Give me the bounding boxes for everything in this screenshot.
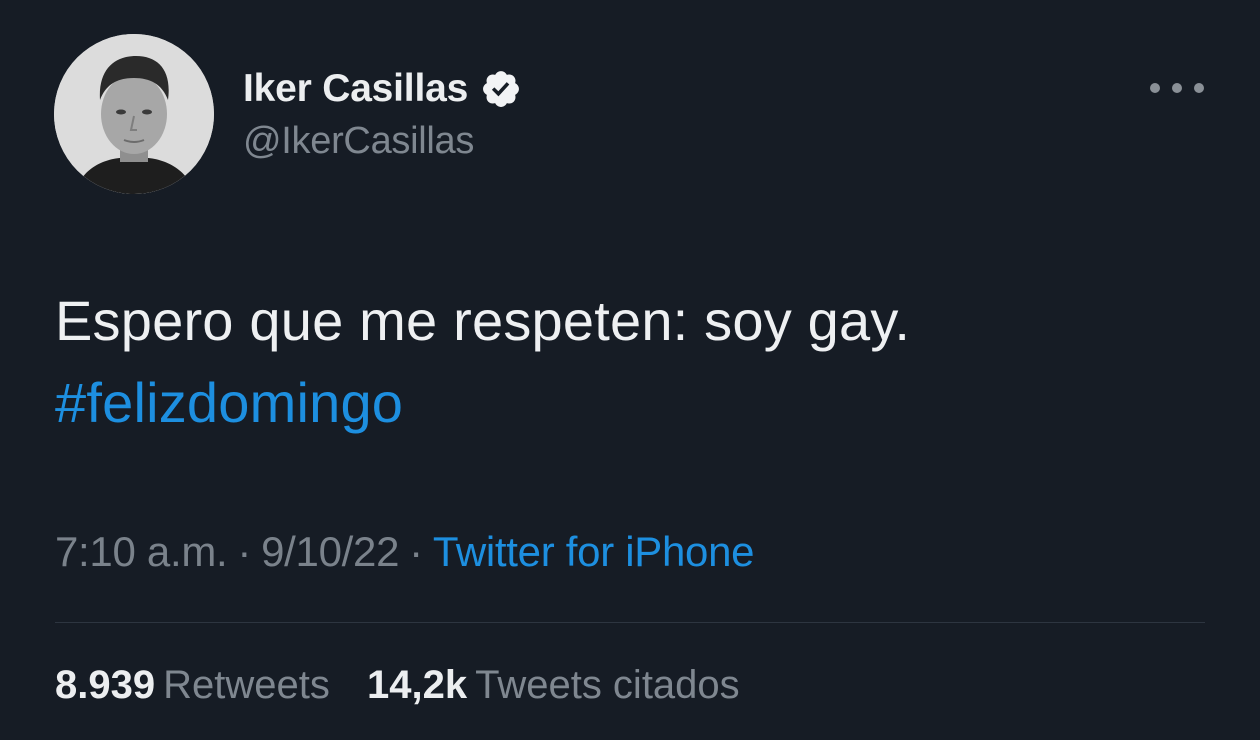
retweets-label: Retweets: [163, 663, 330, 707]
tweet-card: Iker Casillas @IkerCasillas Espero que m…: [0, 0, 1260, 740]
avatar-photo: [54, 34, 214, 194]
more-dot: [1150, 83, 1160, 93]
display-name[interactable]: Iker Casillas: [243, 67, 468, 111]
more-dot: [1194, 83, 1204, 93]
meta-separator: ·: [409, 528, 423, 575]
tweet-text: Espero que me respeten: soy gay. #felizd…: [55, 280, 1195, 444]
divider: [55, 622, 1205, 623]
more-dot: [1172, 83, 1182, 93]
name-row: Iker Casillas: [243, 64, 522, 114]
verified-badge-icon: [480, 68, 522, 110]
quotes-stat[interactable]: 14,2k Tweets citados: [367, 663, 740, 707]
handle[interactable]: @IkerCasillas: [243, 120, 522, 163]
tweet-body: Espero que me respeten: soy gay.: [55, 289, 911, 352]
tweet-date[interactable]: 9/10/22: [261, 528, 399, 575]
meta-separator: ·: [237, 528, 252, 575]
author-block: Iker Casillas @IkerCasillas: [243, 64, 522, 163]
more-options-icon[interactable]: [1150, 76, 1204, 100]
tweet-meta: 7:10 a.m. · 9/10/22 · Twitter for iPhone: [55, 528, 755, 576]
retweets-count: 8.939: [55, 663, 156, 707]
hashtag-link[interactable]: #felizdomingo: [55, 362, 1195, 444]
quotes-label: Tweets citados: [475, 663, 740, 707]
tweet-stats: 8.939 Retweets 14,2k Tweets citados: [55, 663, 766, 708]
retweets-stat[interactable]: 8.939 Retweets: [55, 663, 330, 707]
quotes-count: 14,2k: [366, 663, 468, 707]
avatar[interactable]: [54, 34, 214, 194]
tweet-time[interactable]: 7:10 a.m.: [55, 528, 228, 575]
tweet-source-link[interactable]: Twitter for iPhone: [433, 528, 755, 575]
